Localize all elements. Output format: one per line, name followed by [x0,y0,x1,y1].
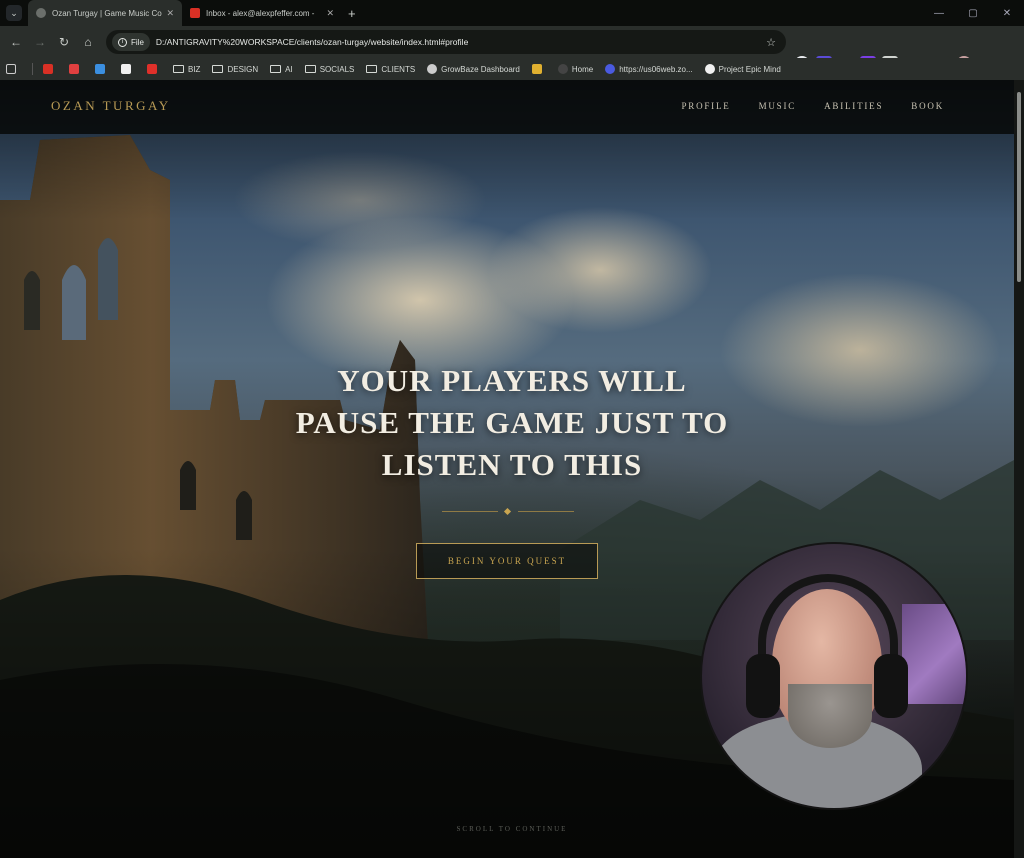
browser-tab-bar: ⌄ Ozan Turgay | Game Music Com ✕ Inbox -… [0,0,1024,26]
info-icon: i [118,37,127,47]
gmail-icon [190,8,200,18]
headphone-cup [874,654,908,718]
bookmark-folder[interactable]: DESIGN [212,65,258,74]
tab-title: Inbox - alex@alexpfeffer.com - [206,8,315,18]
folder-icon [270,65,282,73]
bookmark-folder[interactable]: SOCIALS [304,64,355,74]
bookmark-folder[interactable]: CLIENTS [366,65,415,74]
minimize-icon[interactable]: — [922,0,956,26]
bookmark-label: DESIGN [227,64,259,74]
bookmark-label: Home [571,64,594,74]
folder-icon [304,65,316,73]
new-tab-button[interactable]: + [348,6,356,21]
bookmark-label: CLIENTS [381,64,416,74]
hero-headline: YOUR PLAYERS WILL PAUSE THE GAME JUST TO… [212,360,812,486]
bookmark-link[interactable]: https://us06web.zo... [605,64,693,74]
close-icon[interactable]: ✕ [326,8,334,19]
bookmark-link[interactable]: Home [557,64,594,74]
folder-icon [212,65,224,73]
forward-icon[interactable]: → [28,30,52,54]
nav-profile[interactable]: PROFILE [681,101,730,111]
gmail-bookmark[interactable] [43,64,57,74]
bookmark-label: https://us06web.zo... [619,64,693,74]
bookmark-label: BIZ [188,64,201,74]
calendar-bookmark[interactable] [121,64,135,74]
headphone-cup [746,654,780,718]
tab-title: Ozan Turgay | Game Music Com [52,8,163,18]
background-screen [902,604,966,704]
tab-ozan-turgay[interactable]: Ozan Turgay | Game Music Com ✕ [28,0,182,26]
tab-inbox[interactable]: Inbox - alex@alexpfeffer.com - ✕ [182,0,342,26]
headline-line: YOUR PLAYERS WILL [337,363,687,398]
reload-icon[interactable]: ↻ [52,30,76,54]
diamond-icon [503,507,512,516]
window-controls: — ▢ ✕ [922,0,1024,26]
main-nav: PROFILE MUSIC ABILITIES BOOK [681,101,944,111]
scrollbar-thumb[interactable] [1017,92,1021,282]
bookmark-label: Project Epic Mind [718,64,781,74]
site-info-label: File [131,37,144,47]
x-bookmark[interactable] [69,64,83,74]
red-bookmark[interactable] [147,64,161,74]
globe-icon [36,8,46,18]
tab-search-button[interactable]: ⌄ [6,5,22,21]
bookmark-label: AI [285,64,293,74]
apps-icon[interactable] [6,64,20,74]
page-scrollbar[interactable] [1014,80,1024,858]
bookmark-star-icon[interactable]: ☆ [766,36,776,49]
headline-line: LISTEN TO THIS [381,447,643,482]
drive-bookmark[interactable] [95,64,109,74]
slack-bookmark[interactable] [531,64,546,74]
home-icon[interactable]: ⌂ [76,30,100,54]
scroll-hint: SCROLL TO CONTINUE [456,825,568,833]
bookmark-folder[interactable]: AI [270,65,293,74]
nav-music[interactable]: MUSIC [759,101,797,111]
bookmark-link[interactable]: Project Epic Mind [704,64,781,74]
headline-line: PAUSE THE GAME JUST TO [295,405,729,440]
folder-icon [366,65,378,73]
bookmarks-bar: BIZ DESIGN AI SOCIALS CLIENTS GrowBaze D… [0,58,1024,80]
back-icon[interactable]: ← [4,30,28,54]
site-logo[interactable]: OZAN TURGAY [51,98,171,114]
browser-toolbar: ← → ↻ ⌂ i File D:/ANTIGRAVITY%20WORKSPAC… [0,26,1024,72]
bookmark-label: GrowBaze Dashboard [441,64,520,74]
divider [32,63,33,75]
site-info-chip[interactable]: i File [112,33,150,51]
close-icon[interactable]: ✕ [166,8,174,19]
bookmark-label: SOCIALS [319,64,355,74]
close-window-icon[interactable]: ✕ [990,0,1024,26]
bookmark-link[interactable]: GrowBaze Dashboard [427,64,520,74]
webcam-overlay [700,542,968,810]
nav-abilities[interactable]: ABILITIES [824,101,883,111]
ornament-divider [442,507,574,516]
bookmark-folder[interactable]: BIZ [173,65,200,74]
site-header: OZAN TURGAY PROFILE MUSIC ABILITIES BOOK [0,80,1014,134]
nav-book[interactable]: BOOK [911,101,944,111]
url-text[interactable]: D:/ANTIGRAVITY%20WORKSPACE/clients/ozan-… [156,37,468,47]
folder-icon [173,65,184,73]
maximize-icon[interactable]: ▢ [956,0,990,26]
address-bar[interactable]: i File D:/ANTIGRAVITY%20WORKSPACE/client… [106,30,786,54]
begin-quest-button[interactable]: BEGIN YOUR QUEST [416,543,598,579]
